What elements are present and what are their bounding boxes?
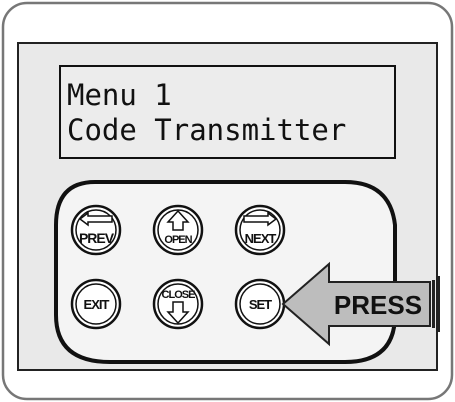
press-bar-1 bbox=[432, 280, 435, 328]
press-bar-2 bbox=[437, 276, 440, 332]
exit-button[interactable]: EXIT bbox=[70, 278, 122, 330]
close-button[interactable]: CLOSE bbox=[152, 278, 204, 330]
exit-label: EXIT bbox=[84, 297, 110, 312]
set-button[interactable]: SET bbox=[234, 278, 286, 330]
press-label: PRESS bbox=[334, 290, 422, 320]
next-button[interactable]: NEXT bbox=[234, 204, 286, 256]
prev-label: PREV bbox=[79, 230, 115, 246]
control-panel-diagram: Menu 1 Code Transmitter PREV OPEN NEXT E… bbox=[1, 1, 454, 401]
open-label: OPEN bbox=[164, 234, 192, 246]
set-label: SET bbox=[249, 297, 272, 312]
display-line-1: Menu 1 bbox=[67, 78, 172, 112]
lcd-display: Menu 1 Code Transmitter bbox=[59, 65, 396, 159]
close-label: CLOSE bbox=[162, 289, 196, 301]
next-label: NEXT bbox=[245, 231, 277, 246]
prev-button[interactable]: PREV bbox=[70, 204, 122, 256]
display-line-2: Code Transmitter bbox=[67, 113, 346, 147]
open-button[interactable]: OPEN bbox=[152, 204, 204, 256]
